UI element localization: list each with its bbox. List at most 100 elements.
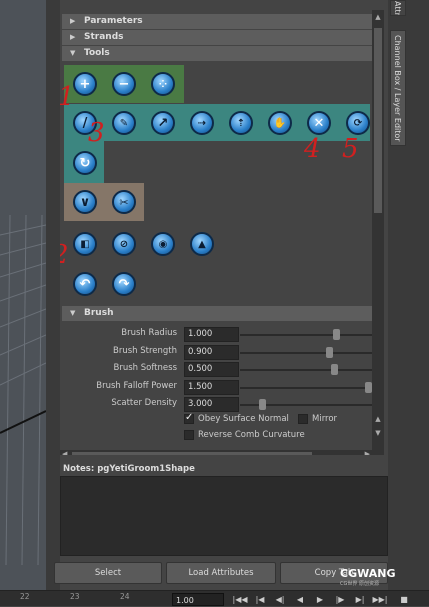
- frame-parameters[interactable]: ▶ Parameters: [62, 14, 372, 29]
- slider-handle[interactable]: [258, 399, 266, 410]
- lift-icon[interactable]: ⇡: [229, 111, 253, 135]
- brush-attr-row: Scatter Density 3.000: [60, 396, 372, 413]
- tab-channel-box[interactable]: Channel Box / Layer Editor: [390, 30, 406, 146]
- annotation-number: 2: [60, 240, 69, 270]
- watermark-logo: CGWANG CG世界 原创资源: [340, 567, 396, 587]
- scroll-down-icon[interactable]: ▼: [373, 428, 383, 438]
- frame-brush-label: Brush: [84, 308, 114, 318]
- brush-attr-slider[interactable]: [240, 351, 372, 354]
- scroll-up-icon[interactable]: ▲: [373, 414, 383, 424]
- timeline-tick: 24: [120, 592, 130, 601]
- collapsed-arrow-icon: ▶: [70, 33, 76, 41]
- cut-icon[interactable]: ✎: [112, 111, 136, 135]
- split-icon[interactable]: ▲: [190, 232, 214, 256]
- go-to-end-icon[interactable]: ▶▶|: [372, 593, 388, 606]
- select-button[interactable]: Select: [54, 562, 162, 584]
- viewport-grid: [0, 215, 46, 565]
- current-frame-field[interactable]: 1.00: [172, 593, 224, 606]
- brush-attr-row: Brush Softness 0.500: [60, 361, 372, 378]
- brush-attr-slider[interactable]: [240, 369, 372, 371]
- brush-attr-field[interactable]: 1.500: [184, 379, 239, 395]
- brush-attr-label: Brush Strength: [113, 345, 177, 356]
- reverse-comb-label: Reverse Comb Curvature: [198, 430, 305, 440]
- attribute-editor-panel: ▶ Parameters ▶ Strands ▼ Tools + − ⁘ / ✎ ↗ …: [60, 0, 388, 560]
- notes-textarea[interactable]: [60, 476, 388, 556]
- brush-attr-row: Brush Falloff Power 1.500: [60, 379, 372, 396]
- brush-attr-label: Scatter Density: [111, 398, 177, 408]
- expanded-arrow-icon: ▼: [70, 49, 76, 57]
- rotate-icon[interactable]: ◉: [151, 232, 175, 256]
- step-back-icon[interactable]: ◀|: [272, 593, 288, 606]
- brush-attr-slider[interactable]: [240, 334, 372, 336]
- redo-icon[interactable]: ↷: [112, 272, 136, 296]
- watermark-sub: CG世界 原创资源: [340, 581, 379, 587]
- twist-icon[interactable]: ⟳: [346, 111, 370, 135]
- step-back-key-icon[interactable]: |◀: [252, 593, 268, 606]
- annotation-number: 5: [342, 134, 359, 164]
- brush-attr-row: Brush Radius 1.000: [60, 326, 372, 343]
- mirror-checkbox[interactable]: [298, 414, 308, 424]
- brush-attr-label: Brush Radius: [121, 328, 177, 338]
- move-icon[interactable]: ⇢: [190, 111, 214, 135]
- step-forward-key-icon[interactable]: ▶|: [352, 593, 368, 606]
- tab-attribute-editor[interactable]: Attribute Editor: [390, 0, 406, 16]
- scroll-right-icon[interactable]: ▶: [365, 450, 370, 455]
- frame-tools[interactable]: ▼ Tools: [62, 46, 372, 61]
- slider-handle[interactable]: [330, 364, 338, 375]
- brush-attr-row: Brush Strength 0.900: [60, 344, 372, 361]
- frame-parameters-label: Parameters: [84, 16, 143, 26]
- frame-strands-label: Strands: [84, 32, 124, 42]
- brush-attr-slider[interactable]: [240, 386, 372, 389]
- mirror-label: Mirror: [312, 414, 338, 424]
- remove-icon[interactable]: −: [112, 72, 136, 96]
- block-icon[interactable]: ⊘: [112, 232, 136, 256]
- refresh-icon[interactable]: ↻: [73, 151, 97, 175]
- scale-icon[interactable]: ↗: [151, 111, 175, 135]
- brush-attr-field[interactable]: 3.000: [184, 397, 239, 412]
- brush-attr-field[interactable]: 0.900: [184, 344, 239, 360]
- brush-attr-label: Brush Softness: [113, 363, 177, 373]
- attribute-scroll-area: ▶ Parameters ▶ Strands ▼ Tools + − ⁘ / ✎ ↗ …: [60, 10, 372, 455]
- horizontal-scroll-thumb[interactable]: [72, 452, 312, 455]
- slider-handle[interactable]: [364, 381, 372, 393]
- brush-attr-field[interactable]: 1.000: [184, 327, 239, 342]
- viewport-panel[interactable]: [0, 0, 46, 590]
- vertical-scroll-thumb[interactable]: [374, 28, 382, 213]
- timeline-tick: 22: [20, 592, 30, 601]
- scatter-icon[interactable]: ⁘: [151, 72, 175, 96]
- clump-icon[interactable]: ✋: [268, 111, 292, 135]
- play-forward-icon[interactable]: ▶: [312, 593, 328, 606]
- go-to-start-icon[interactable]: |◀◀: [232, 593, 248, 606]
- scissors-icon[interactable]: ✕: [307, 111, 331, 135]
- slider-handle[interactable]: [325, 346, 333, 358]
- scroll-left-icon[interactable]: ◀: [62, 450, 67, 455]
- right-tab-bar: Attribute Editor Channel Box / Layer Edi…: [388, 0, 429, 590]
- step-forward-icon[interactable]: |▶: [332, 593, 348, 606]
- bend-icon[interactable]: ✂: [112, 190, 136, 214]
- watermark-brand: CGWANG: [340, 567, 396, 580]
- obey-surface-normal-label: Obey Surface Normal: [198, 414, 289, 424]
- brush-attr-label: Brush Falloff Power: [96, 380, 177, 391]
- load-attributes-button[interactable]: Load Attributes: [166, 562, 276, 584]
- horizontal-scrollbar[interactable]: ◀ ▶: [60, 450, 372, 455]
- undo-icon[interactable]: ↶: [73, 272, 97, 296]
- add-icon[interactable]: +: [73, 72, 97, 96]
- brush-attr-field[interactable]: 0.500: [184, 362, 239, 377]
- slider-handle[interactable]: [333, 329, 341, 340]
- scroll-up-icon[interactable]: ▲: [373, 12, 383, 22]
- frame-brush[interactable]: ▼ Brush: [62, 306, 372, 321]
- stop-icon[interactable]: ■: [396, 593, 412, 606]
- notes-label: Notes: pgYetiGroom1Shape: [63, 464, 195, 474]
- panel-separator[interactable]: [46, 0, 60, 590]
- obey-surface-normal-checkbox[interactable]: [184, 412, 194, 424]
- annotation-number: 3: [88, 118, 105, 148]
- direction-icon[interactable]: ∨: [73, 190, 97, 214]
- vertical-scrollbar[interactable]: ▲ ▲ ▼: [372, 10, 384, 455]
- timeline-bar[interactable]: 22 23 24 1.00 |◀◀ |◀ ◀| ◀ ▶ |▶ ▶| ▶▶| ■: [0, 590, 429, 606]
- play-backward-icon[interactable]: ◀: [292, 593, 308, 606]
- annotation-number: 4: [304, 134, 321, 164]
- attenuate-icon[interactable]: ◧: [73, 232, 97, 256]
- frame-strands[interactable]: ▶ Strands: [62, 30, 372, 45]
- reverse-comb-checkbox[interactable]: [184, 430, 194, 440]
- timeline-tick: 23: [70, 592, 80, 601]
